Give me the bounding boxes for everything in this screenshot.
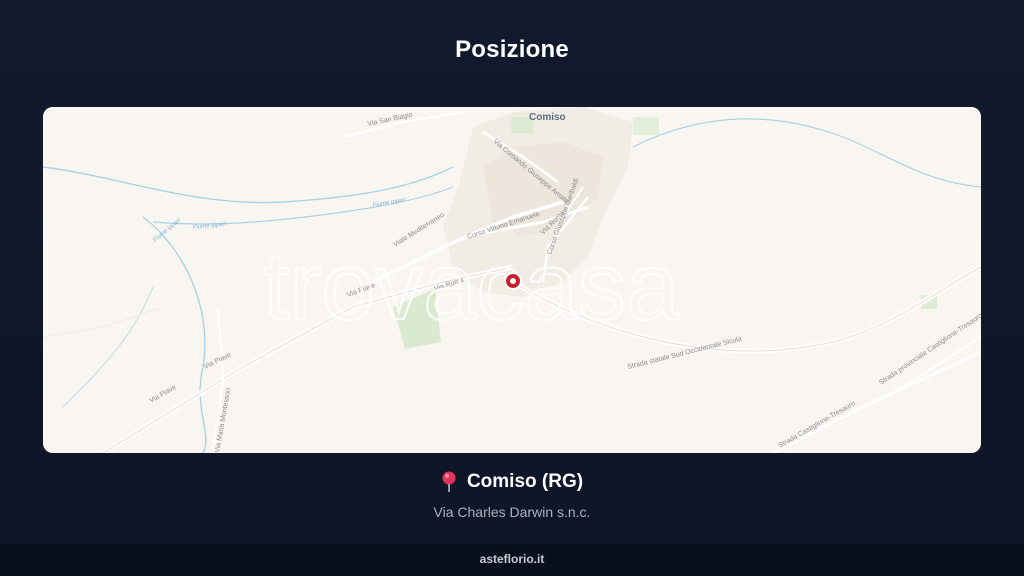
pin-icon [441,471,457,493]
location-city: Comiso (RG) [466,471,584,492]
city-label: Comiso [529,112,566,123]
map-view[interactable]: Comiso Via San Biagio Viale Mediterraneo… [43,107,981,453]
park-area-ne [633,117,659,135]
map-canvas[interactable]: Comiso Via San Biagio Viale Mediterraneo… [43,107,981,453]
page-title: Posizione [455,36,569,63]
location-title: Comiso (RG) [441,471,583,493]
location-info: Comiso (RG) Via Charles Darwin s.n.c. [0,471,1024,520]
map-marker-icon[interactable] [504,272,522,290]
map-watermark: trovacasa [263,233,680,340]
footer-site: asteflorio.it [0,544,1024,576]
location-address: Via Charles Darwin s.n.c. [433,504,591,520]
